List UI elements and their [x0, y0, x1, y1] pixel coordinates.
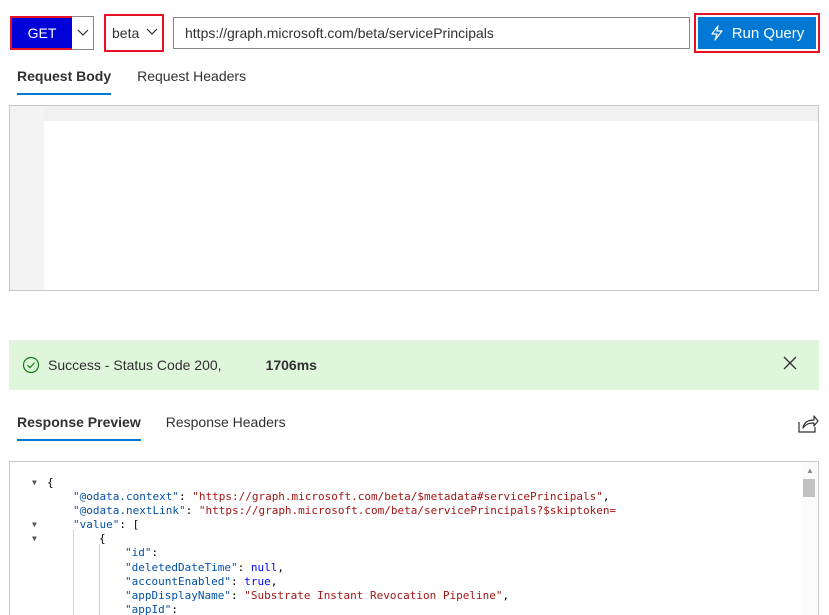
- code-token: "https://graph.microsoft.com/beta/servic…: [198, 504, 617, 518]
- chevron-down-icon: [77, 29, 88, 36]
- code-token: "@odata.context": [73, 490, 179, 504]
- request-tabs: Request Body Request Headers: [17, 68, 246, 95]
- code-token: "id": [125, 546, 152, 560]
- version-dropdown[interactable]: beta: [104, 14, 164, 52]
- code-text: "deletedDateTime": null,: [125, 561, 284, 575]
- redaction-fade: [615, 502, 805, 519]
- tab-request-headers[interactable]: Request Headers: [137, 68, 246, 95]
- run-query-button[interactable]: Run Query: [698, 17, 816, 49]
- editor-gutter: [10, 106, 44, 290]
- code-token: :: [230, 588, 245, 602]
- code-token: :: [178, 490, 193, 504]
- run-query-highlight: Run Query: [694, 13, 820, 53]
- scrollbar-thumb[interactable]: [803, 479, 815, 497]
- url-input[interactable]: https://graph.microsoft.com/beta/service…: [173, 17, 690, 49]
- http-method-button[interactable]: GET: [10, 16, 74, 50]
- code-text: "@odata.nextLink": "https://graph.micros…: [73, 504, 616, 518]
- code-token: :: [185, 504, 199, 518]
- code-token: "Substrate Instant Revocation Pipeline": [244, 588, 503, 602]
- response-preview-editor[interactable]: ▼ { "@odata.context": "https://graph.micro…: [9, 461, 819, 615]
- request-body-editor[interactable]: [9, 105, 819, 291]
- status-text: Success - Status Code 200,: [48, 357, 222, 373]
- code-token: ,: [502, 588, 510, 602]
- fold-arrow-icon[interactable]: ▼: [32, 532, 37, 546]
- version-label: beta: [112, 25, 140, 41]
- success-check-icon: [22, 356, 40, 374]
- code-token: ,: [602, 490, 610, 504]
- fold-arrow-icon[interactable]: ▼: [32, 518, 37, 532]
- indent-guide: [99, 544, 100, 615]
- status-duration: 1706ms: [265, 357, 317, 373]
- http-method-dropdown[interactable]: [72, 16, 94, 50]
- editor-current-line: [44, 106, 818, 121]
- code-token: : [: [119, 518, 140, 532]
- code-token: ,: [270, 574, 278, 588]
- response-scrollbar[interactable]: ▲: [802, 462, 818, 615]
- code-token: "value": [73, 518, 120, 532]
- url-text: https://graph.microsoft.com/beta/service…: [185, 25, 494, 41]
- code-token: "https://graph.microsoft.com/beta/$metad…: [192, 490, 603, 504]
- tab-request-body[interactable]: Request Body: [17, 68, 112, 95]
- code-token: :: [171, 602, 178, 615]
- response-tabs: Response Preview Response Headers: [17, 414, 286, 441]
- share-icon[interactable]: [797, 414, 819, 439]
- code-token: :: [151, 546, 159, 560]
- code-token: :: [230, 574, 245, 588]
- indent-guide: [73, 530, 74, 615]
- code-text: "accountEnabled": true,: [125, 575, 277, 589]
- code-text: "appDisplayName": "Substrate Instant Rev…: [125, 589, 509, 603]
- code-token: "@odata.nextLink": [73, 504, 186, 518]
- chevron-down-icon: [146, 28, 158, 35]
- code-text: "appId":: [125, 603, 178, 615]
- code-token: {: [47, 476, 54, 489]
- tab-response-headers[interactable]: Response Headers: [166, 414, 286, 441]
- tab-response-preview[interactable]: Response Preview: [17, 414, 141, 441]
- code-token: "appId": [125, 602, 172, 615]
- code-text: "id":: [125, 546, 158, 560]
- lightning-icon: [711, 25, 723, 41]
- scroll-up-arrow-icon[interactable]: ▲: [806, 466, 814, 475]
- code-text: "@odata.context": "https://graph.microso…: [73, 490, 609, 504]
- run-query-label: Run Query: [731, 24, 805, 42]
- code-token: :: [237, 560, 251, 574]
- fold-arrow-icon[interactable]: ▼: [32, 476, 37, 490]
- status-bar: Success - Status Code 200, 1706ms: [9, 340, 819, 390]
- http-method-label: GET: [27, 25, 57, 41]
- code-token: true: [244, 574, 271, 588]
- close-icon[interactable]: [783, 356, 797, 370]
- code-token: "deletedDateTime": [125, 560, 238, 574]
- code-token: null: [250, 560, 278, 574]
- code-token: "accountEnabled": [125, 574, 231, 588]
- code-text: {: [47, 476, 54, 490]
- code-token: "appDisplayName": [125, 588, 231, 602]
- code-token: ,: [277, 560, 284, 574]
- code-text: "value": [: [73, 518, 139, 532]
